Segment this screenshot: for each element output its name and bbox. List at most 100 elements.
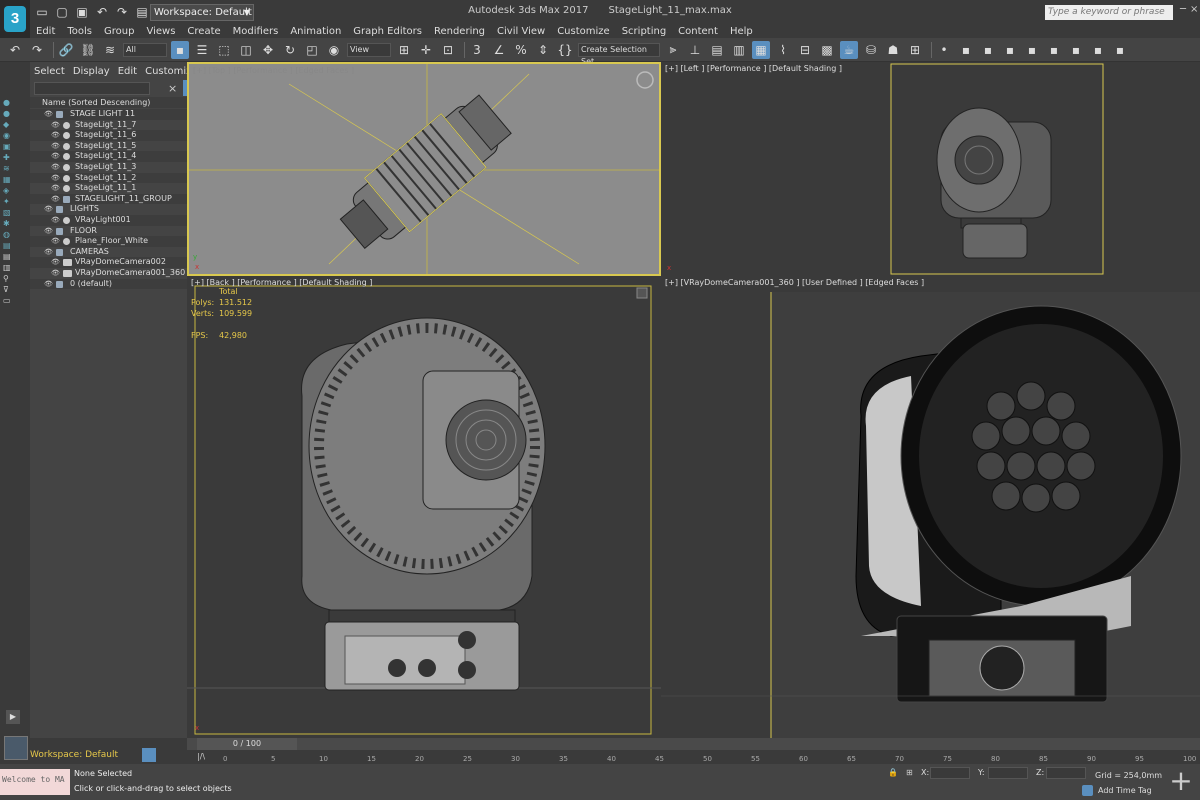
coord-x-input[interactable] (930, 767, 970, 779)
visibility-eye-icon[interactable]: 👁 (51, 215, 60, 226)
display-xrefs-icon[interactable]: ◈ (3, 186, 15, 196)
visibility-eye-icon[interactable]: 👁 (51, 183, 60, 194)
angle-snap-icon[interactable]: ∠ (490, 41, 508, 59)
add-time-tag-button[interactable]: Add Time Tag (1098, 786, 1152, 795)
snaps-toggle-icon[interactable]: 3 (468, 41, 486, 59)
rectangular-selection-icon[interactable]: ⬚ (215, 41, 233, 59)
vray-mesh-export-icon[interactable]: ▪ (1111, 41, 1129, 59)
pivot-icon[interactable]: ⊞ (395, 41, 413, 59)
tree-item[interactable]: 👁 StageLigt_11_6 (30, 130, 187, 141)
viewport-layout-button[interactable] (4, 736, 28, 760)
select-object-icon[interactable]: ▪ (171, 40, 189, 59)
project-folder-icon[interactable]: ▤ (134, 4, 150, 20)
clear-search-icon[interactable]: × (168, 82, 177, 95)
close-icon[interactable]: × (1190, 4, 1200, 18)
selection-filter-select[interactable]: All (123, 42, 167, 57)
menu-item-civil-view[interactable]: Civil View (497, 26, 545, 37)
display-shapes-icon[interactable]: ◆ (3, 120, 15, 130)
display-frozen-icon[interactable]: ✱ (3, 219, 15, 229)
display-containers-icon[interactable]: ▧ (3, 208, 15, 218)
tree-item[interactable]: 👁 VRayDomeCamera001_360 (30, 268, 187, 279)
scene-explorer-icon[interactable]: ▤ (708, 41, 726, 59)
save-icon[interactable]: ▣ (74, 4, 90, 20)
move-icon[interactable]: ✥ (259, 41, 277, 59)
tree-item[interactable]: 👁 StageLigt_11_3 (30, 162, 187, 173)
layer-explorer-icon[interactable]: ▥ (730, 41, 748, 59)
time-tag-icon[interactable] (1082, 785, 1093, 796)
vray-frame-buffer-icon[interactable]: ▪ (957, 41, 975, 59)
viewport-label[interactable]: [+] [Top ] [Performance ] [Edged Faces ] (193, 66, 354, 75)
menu-item-scripting[interactable]: Scripting (622, 26, 666, 37)
mirror-icon[interactable]: ⫸ (664, 41, 682, 59)
viewport-camera[interactable]: [+] [VRayDomeCamera001_360 ] [User Defin… (661, 276, 1200, 738)
display-geometry-icon[interactable]: ● (3, 109, 15, 119)
timeline-track[interactable]: 0 5 10 15 20 25 30 35 40 45 50 55 60 65 70 75 80 85 90 95 10… (223, 750, 1196, 764)
time-slider[interactable]: 0 / 100 (197, 738, 297, 750)
workspace-bottom-label[interactable]: Workspace: Default (30, 750, 140, 762)
filter-icon[interactable]: ⊽ (3, 285, 15, 295)
undo-icon[interactable]: ↶ (6, 41, 24, 59)
layer-toggle-icon[interactable]: ▭ (3, 296, 15, 306)
coord-z-input[interactable] (1046, 767, 1086, 779)
display-helpers-icon[interactable]: ✚ (3, 153, 15, 163)
visibility-eye-icon[interactable]: 👁 (44, 204, 53, 215)
visibility-eye-icon[interactable]: 👁 (44, 226, 53, 237)
visibility-eye-icon[interactable]: 👁 (44, 247, 53, 258)
unlink-icon[interactable]: ⛓ (79, 41, 97, 59)
explorer-tab-display[interactable]: Display (73, 66, 110, 77)
vray-sphere-icon[interactable]: ▪ (1089, 41, 1107, 59)
workspace-select[interactable]: Workspace: Default ▼ (150, 4, 254, 21)
visibility-eye-icon[interactable]: 👁 (44, 279, 53, 290)
display-bones-icon[interactable]: ✦ (3, 197, 15, 207)
scale-icon[interactable]: ◰ (303, 41, 321, 59)
menu-item-help[interactable]: Help (730, 26, 753, 37)
display-none-icon[interactable]: ● (3, 98, 15, 108)
edit-named-selection-icon[interactable]: {} (556, 41, 574, 59)
vray-light-icon[interactable]: ▪ (979, 41, 997, 59)
vray-fur-icon[interactable]: ▪ (1045, 41, 1063, 59)
tree-item[interactable]: 👁 StageLigt_11_4 (30, 151, 187, 162)
menu-item-customize[interactable]: Customize (557, 26, 610, 37)
curve-editor-mini-icon[interactable]: |/\ (197, 752, 205, 761)
align-icon[interactable]: ⊥ (686, 41, 704, 59)
window-crossing-icon[interactable]: ◫ (237, 41, 255, 59)
display-groups-icon[interactable]: ▦ (3, 175, 15, 185)
visibility-eye-icon[interactable]: 👁 (51, 173, 60, 184)
tree-item[interactable]: 👁 STAGELIGHT_11_GROUP (30, 193, 187, 205)
tree-item[interactable]: 👁 STAGE LIGHT 11 (30, 109, 187, 120)
toggle-ribbon-icon[interactable]: ▦ (752, 40, 770, 59)
vray-proxy-icon[interactable]: ▪ (1023, 41, 1041, 59)
reference-coordinate-select[interactable]: View (347, 42, 391, 57)
visibility-eye-icon[interactable]: 👁 (51, 268, 60, 279)
percent-snap-icon[interactable]: % (512, 41, 530, 59)
display-lights-icon[interactable]: ◉ (3, 131, 15, 141)
tree-item[interactable]: 👁 0 (default) (30, 278, 187, 290)
maxscript-listener[interactable]: Welcome to MA (0, 769, 70, 795)
time-slider-track[interactable] (187, 738, 1200, 750)
place-icon[interactable]: ◉ (325, 41, 343, 59)
visibility-eye-icon[interactable]: 👁 (51, 194, 60, 205)
bind-space-warp-icon[interactable]: ≋ (101, 41, 119, 59)
viewport-label[interactable]: [+] [VRayDomeCamera001_360 ] [User Defin… (665, 278, 924, 287)
render-icon[interactable]: ☗ (884, 41, 902, 59)
tree-item[interactable]: 👁 StageLigt_11_2 (30, 172, 187, 184)
menu-item-rendering[interactable]: Rendering (434, 26, 485, 37)
menu-item-tools[interactable]: Tools (67, 26, 92, 37)
spinner-snap-icon[interactable]: ⇕ (534, 41, 552, 59)
explorer-tab-edit[interactable]: Edit (118, 66, 137, 77)
display-all-icon[interactable]: ▤ (3, 241, 15, 251)
visibility-eye-icon[interactable]: 👁 (51, 236, 60, 247)
new-file-icon[interactable]: ▭ (34, 4, 50, 20)
display-spacewarps-icon[interactable]: ≋ (3, 164, 15, 174)
search-input[interactable]: Type a keyword or phrase (1045, 5, 1173, 20)
tree-item[interactable]: 👁 VRayLight001 (30, 214, 187, 226)
tree-item[interactable]: 👁 LIGHTS (30, 204, 187, 215)
redo-icon[interactable]: ↷ (114, 4, 130, 20)
manipulate-icon[interactable]: ⊡ (439, 41, 457, 59)
display-cameras-icon[interactable]: ▣ (3, 142, 15, 152)
menu-item-modifiers[interactable]: Modifiers (233, 26, 279, 37)
menu-item-animation[interactable]: Animation (290, 26, 341, 37)
minimize-icon[interactable]: ─ (1180, 4, 1190, 18)
vray-tool-icon[interactable]: • (935, 41, 953, 59)
invert-display-icon[interactable]: ▥ (3, 263, 15, 273)
